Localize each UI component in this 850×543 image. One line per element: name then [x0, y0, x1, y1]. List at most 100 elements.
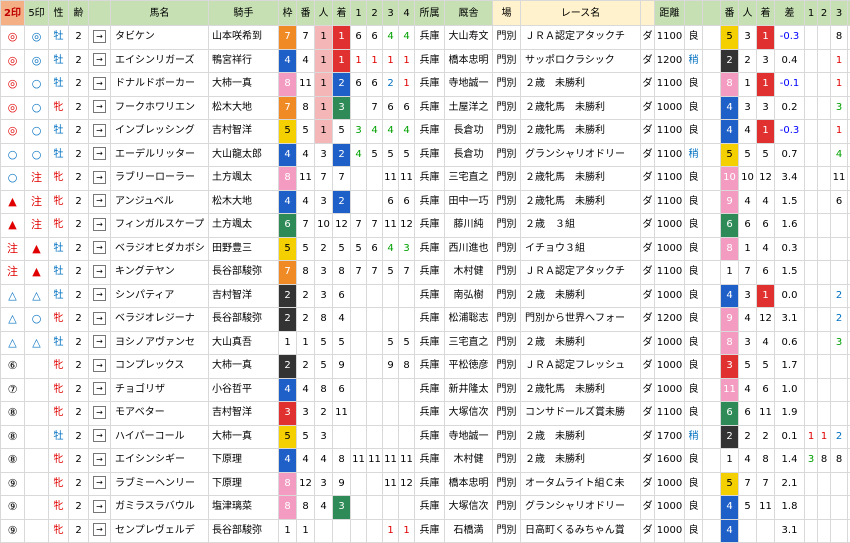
race-name[interactable]: ２歳 未勝利: [520, 448, 641, 473]
horse-name[interactable]: エイシンシギー: [110, 448, 209, 473]
jockey-name[interactable]: 吉村智洋: [208, 401, 279, 426]
column-header[interactable]: 2: [366, 0, 383, 26]
jockey-name[interactable]: 下原理: [208, 448, 279, 473]
expand-arrow-icon[interactable]: →: [88, 166, 111, 191]
race-name[interactable]: ２歳牝馬 未勝利: [520, 166, 641, 191]
column-header[interactable]: 1: [804, 0, 818, 26]
arrow-right-icon[interactable]: →: [93, 382, 106, 396]
column-header[interactable]: 場: [492, 0, 521, 26]
column-header[interactable]: 着: [756, 0, 775, 26]
column-header[interactable]: [684, 0, 703, 26]
jockey-name[interactable]: 松木大地: [208, 189, 279, 214]
race-name[interactable]: ２歳 未勝利: [520, 72, 641, 97]
table-row[interactable]: ◎ ◎ 牡 2 → エイシンリガーズ 鴨宮祥行 4 4 1 1 1 1 1 1 兵庫 橋本忠明 門別 サッポロクラシ…: [0, 48, 850, 73]
arrow-right-icon[interactable]: →: [93, 358, 106, 372]
jockey-name[interactable]: 吉村智洋: [208, 283, 279, 308]
table-row[interactable]: ◎ ◎ 牡 2 → タビケン 山本咲希到 7 7 1 1 6 6 4 4 兵庫 大山寿文 門別 ＪＲＡ認定アタックチ…: [0, 25, 850, 50]
race-name[interactable]: ２歳 未勝利: [520, 283, 641, 308]
expand-arrow-icon[interactable]: →: [88, 307, 111, 332]
table-row[interactable]: ⑧ 牡 2 → ハイパーコール 大柿一真 5 5 3 兵庫 寺地誠一 門別 ２歳 未勝利ダ 1700 稍 2 2…: [0, 424, 850, 449]
column-header[interactable]: 差: [774, 0, 805, 26]
arrow-right-icon[interactable]: →: [93, 53, 106, 67]
expand-arrow-icon[interactable]: →: [88, 142, 111, 167]
arrow-right-icon[interactable]: →: [93, 170, 106, 184]
table-row[interactable]: ⑦ 牝 2 → チョゴリザ 小谷哲平 4 4 8 6 兵庫 新井隆太 門別 ２歳牝馬 未勝利ダ 1000 良 1…: [0, 377, 850, 402]
jockey-name[interactable]: 大柿一真: [208, 72, 279, 97]
arrow-right-icon[interactable]: →: [93, 523, 106, 537]
column-header[interactable]: 番: [296, 0, 315, 26]
table-row[interactable]: 注 ▲ 牡 2 → ベラジオヒダカボシ 田野豊三 5 5 2 5 5 6 4 3 兵庫 西川進也 門別 イチョウ３組…: [0, 236, 850, 261]
race-name[interactable]: コンサドールズ賞未勝: [520, 401, 641, 426]
horse-name[interactable]: エーデルリッター: [110, 142, 209, 167]
column-header[interactable]: [702, 0, 721, 26]
jockey-name[interactable]: 鴨宮祥行: [208, 48, 279, 73]
jockey-name[interactable]: 大山龍太郎: [208, 142, 279, 167]
race-name[interactable]: ２歳牝馬 未勝利: [520, 189, 641, 214]
arrow-right-icon[interactable]: →: [93, 335, 106, 349]
expand-arrow-icon[interactable]: →: [88, 236, 111, 261]
table-row[interactable]: 注 ▲ 牡 2 → キングテヤン 長谷部駿弥 7 8 3 8 7 7 5 7 兵庫 木村健 門別 ＪＲＡ認定アタック…: [0, 260, 850, 285]
horse-name[interactable]: シンパティア: [110, 283, 209, 308]
column-header[interactable]: 齢: [68, 0, 89, 26]
race-name[interactable]: ＪＲＡ認定フレッシュ: [520, 354, 641, 379]
column-header[interactable]: 5印: [24, 0, 49, 26]
horse-name[interactable]: ラブミーヘンリー: [110, 471, 209, 496]
jockey-name[interactable]: 大柿一真: [208, 354, 279, 379]
arrow-right-icon[interactable]: →: [93, 194, 106, 208]
table-row[interactable]: ○ ○ 牡 2 → エーデルリッター 大山龍太郎 4 4 3 2 4 5 5 5 兵庫 長倉功 門別 グランシャリオ…: [0, 142, 850, 167]
arrow-right-icon[interactable]: →: [93, 405, 106, 419]
jockey-name[interactable]: 長谷部駿弥: [208, 518, 279, 543]
race-name[interactable]: ２歳牝馬 未勝利: [520, 119, 641, 144]
column-header[interactable]: 2印: [0, 0, 25, 26]
jockey-name[interactable]: 長谷部駿弥: [208, 307, 279, 332]
expand-arrow-icon[interactable]: →: [88, 330, 111, 355]
arrow-right-icon[interactable]: →: [93, 241, 106, 255]
race-name[interactable]: サッポロクラシック: [520, 48, 641, 73]
jockey-name[interactable]: 大山真吾: [208, 330, 279, 355]
expand-arrow-icon[interactable]: →: [88, 401, 111, 426]
table-row[interactable]: ◎ ○ 牡 2 → ドナルドボーカー 大柿一真 8 11 1 2 6 6 2 1 兵庫 寺地誠一 門別 ２歳 未勝利…: [0, 72, 850, 97]
table-row[interactable]: ⑧ 牝 2 → エイシンシギー 下原理 4 4 4 8 11 11 11 11 兵庫 木村健 門別 ２歳 未勝利ダ…: [0, 448, 850, 473]
column-header[interactable]: 枠: [278, 0, 297, 26]
arrow-right-icon[interactable]: →: [93, 476, 106, 490]
arrow-right-icon[interactable]: →: [93, 76, 106, 90]
race-name[interactable]: ２歳 未勝利: [520, 330, 641, 355]
expand-arrow-icon[interactable]: →: [88, 283, 111, 308]
expand-arrow-icon[interactable]: →: [88, 495, 111, 520]
arrow-right-icon[interactable]: →: [93, 123, 106, 137]
column-header[interactable]: 所属: [414, 0, 445, 26]
expand-arrow-icon[interactable]: →: [88, 518, 111, 543]
horse-name[interactable]: インブレッシング: [110, 119, 209, 144]
race-name[interactable]: ＪＲＡ認定アタックチ: [520, 25, 641, 50]
race-name[interactable]: 日高町くるみちゃん賞: [520, 518, 641, 543]
table-row[interactable]: △ ○ 牝 2 → ベラジオレジーナ 長谷部駿弥 2 2 8 4 兵庫 松浦聡志 門別 門別から世界へフォー…: [0, 307, 850, 332]
horse-name[interactable]: キングテヤン: [110, 260, 209, 285]
column-header[interactable]: 3: [382, 0, 399, 26]
jockey-name[interactable]: 吉村智洋: [208, 119, 279, 144]
horse-name[interactable]: ヨシノアヴァンセ: [110, 330, 209, 355]
expand-arrow-icon[interactable]: →: [88, 377, 111, 402]
column-header[interactable]: 距離: [654, 0, 685, 26]
horse-name[interactable]: モアベター: [110, 401, 209, 426]
arrow-right-icon[interactable]: →: [93, 147, 106, 161]
jockey-name[interactable]: 小谷哲平: [208, 377, 279, 402]
horse-name[interactable]: タビケン: [110, 25, 209, 50]
horse-name[interactable]: ラブリーローラー: [110, 166, 209, 191]
arrow-right-icon[interactable]: →: [93, 288, 106, 302]
arrow-right-icon[interactable]: →: [93, 311, 106, 325]
expand-arrow-icon[interactable]: →: [88, 354, 111, 379]
table-row[interactable]: ⑧ 牝 2 → モアベター 吉村智洋 3 3 2 11 兵庫 大塚信次 門別 コンサドールズ賞未勝ダ 110…: [0, 401, 850, 426]
horse-name[interactable]: アンジュベル: [110, 189, 209, 214]
table-row[interactable]: ▲ 注牝 2 → フィンガルスケープ 土方颯太 6 7 10 12 7 7 11 12 兵庫 藤川純 門別 ２歳 …: [0, 213, 850, 238]
race-name[interactable]: ＪＲＡ認定アタックチ: [520, 260, 641, 285]
horse-name[interactable]: コンプレックス: [110, 354, 209, 379]
race-name[interactable]: グランシャリオドリー: [520, 495, 641, 520]
race-name[interactable]: グランシャリオドリー: [520, 142, 641, 167]
table-row[interactable]: ⑥ 牝 2 → コンプレックス 大柿一真 2 2 5 9 9 8 兵庫 平松徳彦 門別 ＪＲＡ認定フレッシュダ…: [0, 354, 850, 379]
column-header[interactable]: 4: [398, 0, 415, 26]
horse-name[interactable]: ガミラスラバウル: [110, 495, 209, 520]
expand-arrow-icon[interactable]: →: [88, 119, 111, 144]
expand-arrow-icon[interactable]: →: [88, 72, 111, 97]
jockey-name[interactable]: 土方颯太: [208, 213, 279, 238]
arrow-right-icon[interactable]: →: [93, 452, 106, 466]
